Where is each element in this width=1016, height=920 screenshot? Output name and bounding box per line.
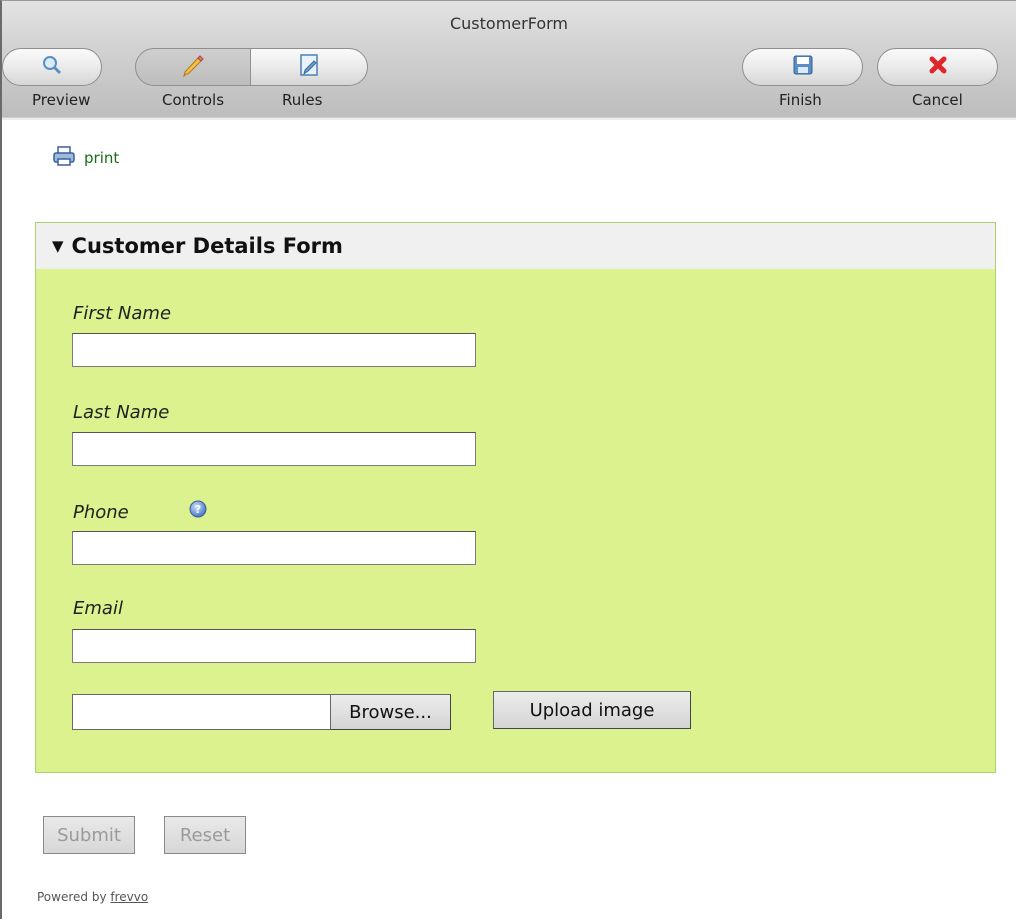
phone-field[interactable] — [72, 531, 476, 565]
frevvo-link[interactable]: frevvo — [110, 890, 148, 904]
finish-button[interactable] — [742, 48, 863, 86]
footer: Powered by frevvo — [37, 890, 148, 904]
svg-text:?: ? — [195, 503, 201, 516]
controls-label: Controls — [162, 91, 225, 109]
preview-label: Preview — [32, 91, 91, 109]
browse-button[interactable]: Browse... — [330, 694, 451, 730]
file-path-field[interactable] — [72, 694, 330, 730]
toolbar-divider — [2, 117, 1016, 118]
email-field[interactable] — [72, 629, 476, 663]
footer-prefix: Powered by — [37, 890, 111, 904]
magnifier-icon — [41, 54, 63, 80]
triangle-down-icon[interactable]: ▼ — [52, 237, 64, 255]
help-icon[interactable]: ? — [188, 499, 208, 523]
first-name-field[interactable] — [72, 333, 476, 367]
print-label[interactable]: print — [84, 149, 119, 167]
rules-label: Rules — [282, 91, 323, 109]
email-label: Email — [73, 598, 123, 619]
cancel-button[interactable] — [877, 48, 998, 86]
form-section-title: Customer Details Form — [71, 234, 343, 258]
save-icon — [792, 54, 814, 80]
form-section-header[interactable]: ▼ Customer Details Form — [36, 223, 995, 269]
last-name-field[interactable] — [72, 432, 476, 466]
print-link[interactable]: print — [52, 145, 119, 171]
preview-button[interactable] — [2, 48, 102, 86]
upload-image-button[interactable]: Upload image — [493, 691, 691, 729]
finish-label: Finish — [779, 91, 822, 109]
reset-button[interactable]: Reset — [164, 816, 246, 854]
rules-tab[interactable] — [250, 48, 368, 86]
printer-icon — [52, 145, 76, 171]
last-name-label: Last Name — [73, 402, 170, 423]
pencil-icon — [180, 52, 206, 82]
cancel-label: Cancel — [912, 91, 963, 109]
app-title: CustomerForm — [449, 14, 569, 33]
phone-label: Phone — [73, 502, 129, 523]
submit-button[interactable]: Submit — [43, 816, 135, 854]
close-icon — [927, 54, 949, 80]
customer-details-form: ▼ Customer Details Form First Name Last … — [35, 222, 996, 773]
first-name-label: First Name — [73, 303, 172, 324]
controls-tab[interactable] — [135, 48, 251, 86]
rules-icon — [296, 52, 322, 82]
toolbar: CustomerForm Preview Controls Rules Fini… — [2, 1, 1016, 120]
